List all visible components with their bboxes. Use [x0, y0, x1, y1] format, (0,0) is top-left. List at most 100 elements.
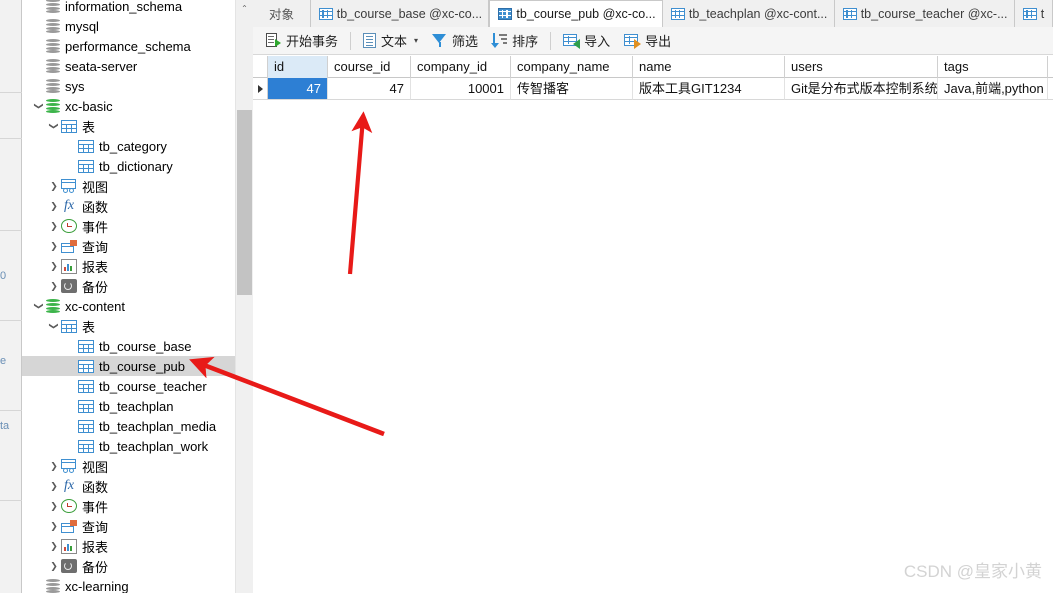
export-icon — [624, 33, 642, 49]
tree-item-表[interactable]: ❯ 表 — [22, 316, 235, 336]
cell-id[interactable]: 47 — [268, 78, 328, 100]
tree-item-表[interactable]: ❯ 表 — [22, 116, 235, 136]
chevron-right-icon[interactable]: ❯ — [47, 276, 61, 296]
column-header-tags[interactable]: tags — [938, 56, 1048, 78]
tree-item-报表[interactable]: ❯ 报表 — [22, 256, 235, 276]
chevron-right-icon[interactable]: ❯ — [47, 196, 61, 216]
toolbar-export-button[interactable]: 导出 — [617, 28, 678, 54]
column-header-users[interactable]: users — [785, 56, 938, 78]
query-icon — [61, 519, 77, 533]
tree-item-information_schema[interactable]: information_schema — [22, 0, 235, 16]
tree-item-函数[interactable]: ❯ fx 函数 — [22, 196, 235, 216]
tree-item-事件[interactable]: ❯ 事件 — [22, 496, 235, 516]
tree-item-事件[interactable]: ❯ 事件 — [22, 216, 235, 236]
column-header-company_id[interactable]: company_id — [411, 56, 511, 78]
column-header-company_name[interactable]: company_name — [511, 56, 633, 78]
cell-users[interactable]: Git是分布式版本控制系统（ — [785, 78, 938, 100]
cell-extra[interactable] — [1048, 78, 1053, 100]
tree-item-tb_dictionary[interactable]: tb_dictionary — [22, 156, 235, 176]
chevron-right-icon[interactable]: ❯ — [47, 456, 61, 476]
column-header-course_id[interactable]: course_id — [328, 56, 411, 78]
tree-item-tb_teachplan_media[interactable]: tb_teachplan_media — [22, 416, 235, 436]
column-header-id[interactable]: id — [268, 56, 328, 78]
tree-item-备份[interactable]: ❯ 备份 — [22, 556, 235, 576]
table-folder-icon — [61, 319, 77, 333]
tree-item-seata-server[interactable]: seata-server — [22, 56, 235, 76]
chevron-right-icon[interactable]: ❯ — [47, 216, 61, 236]
toolbar-separator — [350, 31, 352, 50]
table-icon — [78, 379, 94, 393]
toolbar-begin-transaction-button[interactable]: 开始事务 — [259, 28, 345, 54]
text-icon — [363, 33, 377, 48]
database-tree-panel[interactable]: information_schema mysql performance_schem… — [22, 0, 236, 593]
tree-item-xc-learning[interactable]: xc-learning — [22, 576, 235, 593]
cell-name[interactable]: 版本工具GIT1234 — [633, 78, 785, 100]
chevron-right-icon[interactable]: ❯ — [47, 476, 61, 496]
tree-item-performance_schema[interactable]: performance_schema — [22, 36, 235, 56]
chevron-down-icon[interactable]: ▾ — [414, 36, 418, 45]
tree-item-label: tb_course_pub — [99, 358, 186, 374]
tree-item-label: 视图 — [82, 459, 109, 475]
tree-item-查询[interactable]: ❯ 查询 — [22, 236, 235, 256]
tree-item-label: sys — [65, 78, 85, 94]
scroll-up-arrow-icon[interactable]: ⌃ — [236, 0, 253, 17]
tree-item-label: tb_course_base — [99, 338, 192, 354]
column-header-name[interactable]: name — [633, 56, 785, 78]
grid-toolbar[interactable]: 开始事务 文本 ▾ 筛选 排序 导入 导出 — [253, 27, 1053, 55]
tree-item-sys[interactable]: sys — [22, 76, 235, 96]
toolbar-import-button[interactable]: 导入 — [556, 28, 617, 54]
tree-item-tb_teachplan[interactable]: tb_teachplan — [22, 396, 235, 416]
cell-company_id[interactable]: 10001 — [411, 78, 511, 100]
tab-table-5[interactable]: t — [1014, 0, 1053, 27]
tab-table-2[interactable]: tb_course_pub @xc-co... — [489, 0, 663, 27]
tree-item-xc-basic[interactable]: ❯ xc-basic — [22, 96, 235, 116]
report-icon — [61, 538, 77, 554]
cell-course_id[interactable]: 47 — [328, 78, 411, 100]
tree-item-mysql[interactable]: mysql — [22, 16, 235, 36]
tree-item-label: 备份 — [82, 279, 109, 295]
database-icon — [46, 98, 60, 114]
toolbar-text-button[interactable]: 文本 ▾ — [356, 28, 425, 54]
tree-item-备份[interactable]: ❯ 备份 — [22, 276, 235, 296]
toolbar-sort-button[interactable]: 排序 — [485, 28, 545, 54]
tree-item-视图[interactable]: ❯ 视图 — [22, 176, 235, 196]
tree-item-tb_teachplan_work[interactable]: tb_teachplan_work — [22, 436, 235, 456]
chevron-right-icon[interactable]: ❯ — [47, 556, 61, 576]
chevron-right-icon[interactable]: ❯ — [47, 496, 61, 516]
chevron-right-icon[interactable]: ❯ — [47, 256, 61, 276]
data-grid[interactable]: id course_id company_id company_name name use… — [253, 56, 1053, 593]
tab-bar[interactable]: 对象 tb_course_base @xc-co... tb_course_pub … — [253, 0, 1053, 27]
tree-item-tb_course_pub[interactable]: tb_course_pub — [22, 356, 235, 376]
tree-item-函数[interactable]: ❯ fx 函数 — [22, 476, 235, 496]
grid-header-row[interactable]: id course_id company_id company_name name use… — [253, 56, 1053, 78]
column-header-extra[interactable] — [1048, 56, 1053, 78]
view-icon — [61, 459, 77, 473]
chevron-right-icon[interactable]: ❯ — [47, 516, 61, 536]
tree-item-查询[interactable]: ❯ 查询 — [22, 516, 235, 536]
tab-table-1[interactable]: tb_course_base @xc-co... — [310, 0, 490, 27]
tree-item-视图[interactable]: ❯ 视图 — [22, 456, 235, 476]
tree-item-报表[interactable]: ❯ 报表 — [22, 536, 235, 556]
scrollbar-thumb[interactable] — [237, 110, 252, 295]
chevron-right-icon[interactable]: ❯ — [47, 536, 61, 556]
tree-item-label: 报表 — [82, 539, 109, 555]
toolbar-separator — [550, 31, 552, 50]
tab-objects[interactable]: 对象 — [253, 0, 311, 27]
tab-table-3[interactable]: tb_teachplan @xc-cont... — [662, 0, 835, 27]
cell-company_name[interactable]: 传智播客 — [511, 78, 633, 100]
tree-item-tb_course_base[interactable]: tb_course_base — [22, 336, 235, 356]
chevron-right-icon[interactable]: ❯ — [47, 176, 61, 196]
tree-item-xc-content[interactable]: ❯ xc-content — [22, 296, 235, 316]
chevron-right-icon[interactable]: ❯ — [47, 236, 61, 256]
tree-item-tb_course_teacher[interactable]: tb_course_teacher — [22, 376, 235, 396]
cell-tags[interactable]: Java,前端,python — [938, 78, 1048, 100]
tab-table-4[interactable]: tb_course_teacher @xc-... — [834, 0, 1015, 27]
tree-item-tb_category[interactable]: tb_category — [22, 136, 235, 156]
toolbar-filter-button[interactable]: 筛选 — [425, 28, 485, 54]
current-row-marker-icon — [253, 78, 268, 100]
table-row[interactable]: 47 47 10001 传智播客 版本工具GIT1234 Git是分布式版本控制系统（ Ja… — [253, 78, 1053, 100]
table-icon — [842, 7, 857, 20]
tree-scrollbar[interactable]: ⌃ — [236, 0, 253, 593]
